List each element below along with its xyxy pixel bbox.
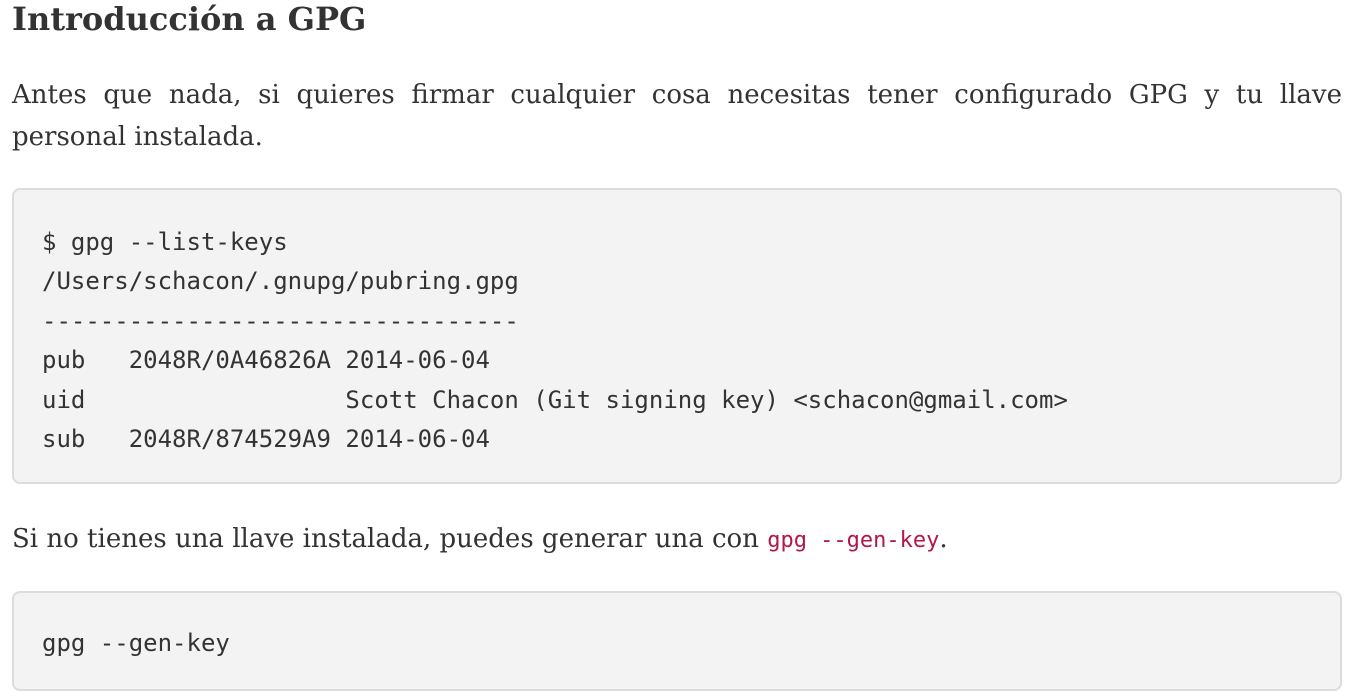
- code-listing-gen-key[interactable]: gpg --gen-key: [42, 624, 1312, 663]
- gen-key-text-after: .: [939, 524, 948, 554]
- code-block-gen-key: gpg --gen-key: [12, 591, 1342, 691]
- section-heading: Introducción a GPG: [12, 0, 367, 38]
- gen-key-paragraph: Si no tienes una llave instalada, puedes…: [12, 518, 1342, 562]
- code-block-list-keys: $ gpg --list-keys /Users/schacon/.gnupg/…: [12, 188, 1342, 484]
- intro-paragraph: Antes que nada, si quieres firmar cualqu…: [12, 80, 1342, 152]
- inline-code-gen-key: gpg --gen-key: [767, 528, 940, 553]
- code-listing-list-keys[interactable]: $ gpg --list-keys /Users/schacon/.gnupg/…: [42, 223, 1312, 459]
- article-content: Introducción a GPG Antes que nada, si qu…: [12, 0, 1342, 691]
- gen-key-text-before: Si no tienes una llave instalada, puedes…: [12, 524, 768, 554]
